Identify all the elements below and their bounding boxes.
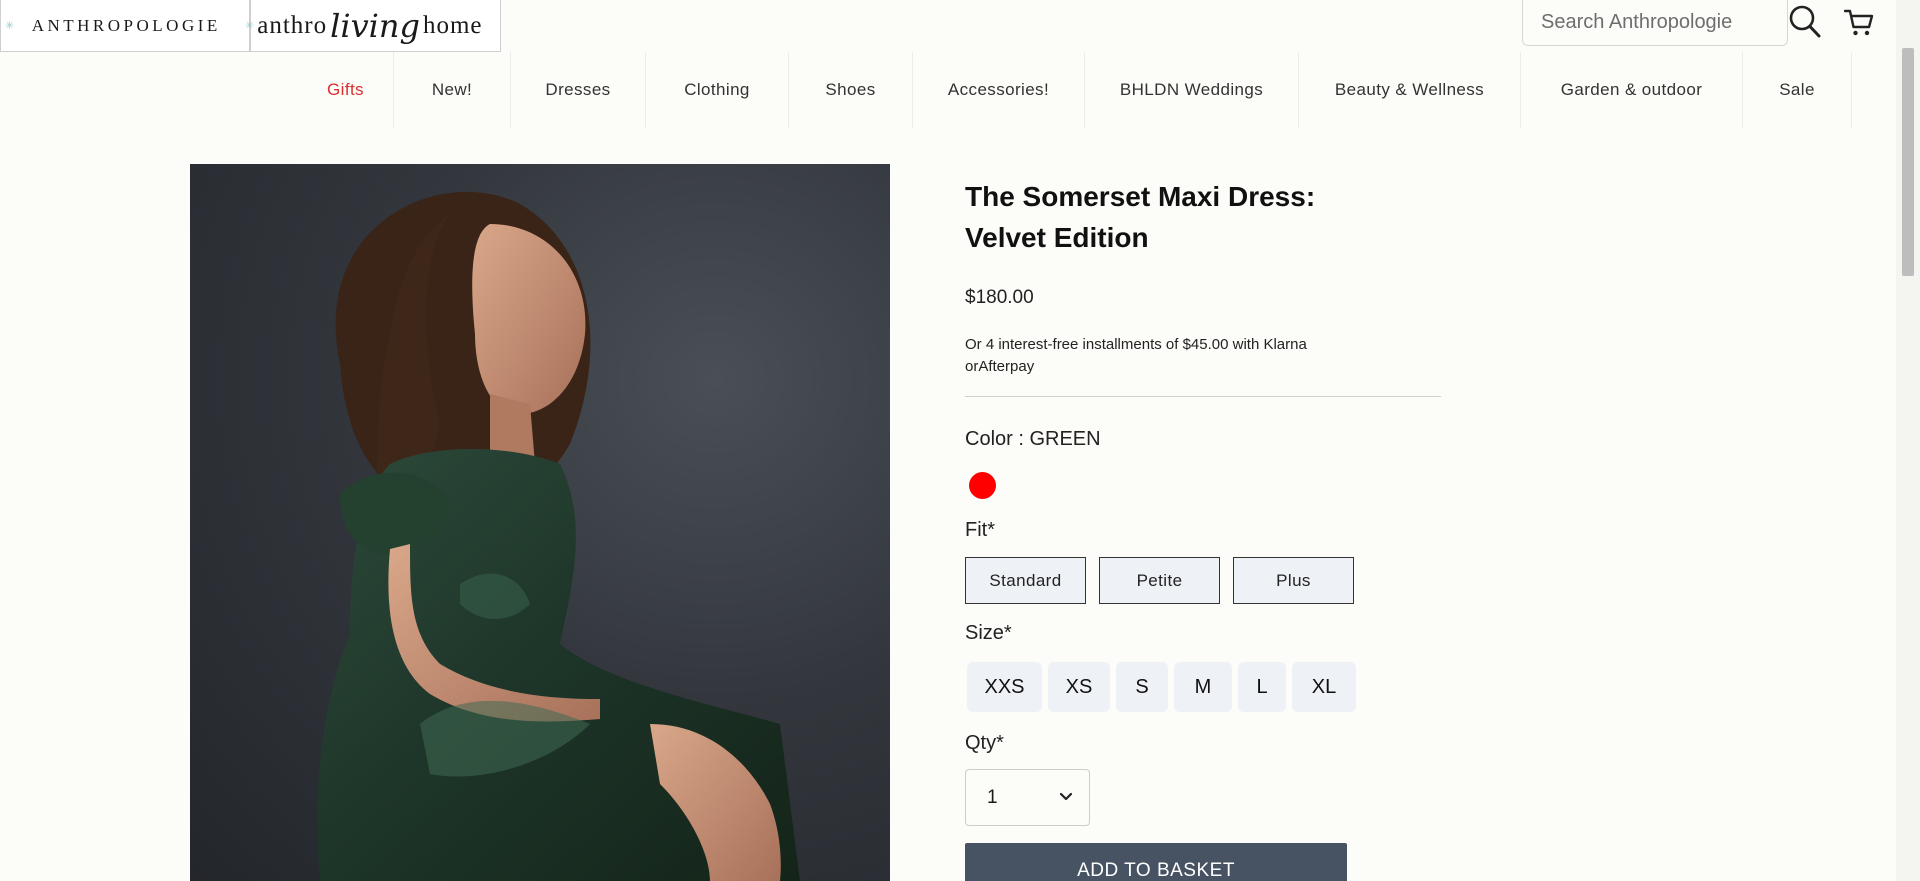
size-option-m[interactable]: M (1174, 662, 1232, 712)
brand-living-script-text: living (330, 6, 420, 45)
product-details: The Somerset Maxi Dress: Velvet Edition … (965, 176, 1441, 881)
installments-text: Or 4 interest-free installments of $45.0… (965, 336, 1307, 375)
size-label: Size* (965, 622, 1012, 644)
add-to-basket-button[interactable]: ADD TO BASKET (965, 843, 1347, 881)
nav-item-bhldn-weddings[interactable]: BHLDN Weddings (1085, 52, 1299, 128)
qty-select[interactable]: 1 (965, 769, 1090, 826)
size-option-xxs[interactable]: XXS (967, 662, 1042, 712)
chevron-down-icon (1059, 792, 1073, 801)
nav-item-gifts[interactable]: Gifts (298, 52, 394, 128)
scrollbar-thumb[interactable] (1902, 48, 1914, 276)
nav-item-dresses[interactable]: Dresses (511, 52, 646, 128)
nav-item-new[interactable]: New! (394, 52, 511, 128)
search-box (1522, 0, 1788, 46)
search-icon[interactable] (1788, 4, 1822, 40)
nav-item-shoes[interactable]: Shoes (789, 52, 913, 128)
qty-value: 1 (987, 786, 998, 808)
fit-label: Fit* (965, 519, 995, 541)
brand-row: ✳ ANTHROPOLOGIE ✳ anthro living home (0, 0, 501, 52)
star-icon: ✳ (5, 20, 18, 32)
size-option-l[interactable]: L (1238, 662, 1286, 712)
search-input[interactable] (1541, 11, 1761, 34)
main-nav: Gifts New! Dresses Clothing Shoes Access… (0, 52, 1920, 128)
size-options: XXS XS S M L XL (967, 662, 1356, 712)
product-price: $180.00 (965, 287, 1034, 308)
anthro-living-logo-link[interactable]: ✳ anthro living home (245, 0, 501, 52)
divider (965, 396, 1441, 397)
brand-living-right-text: home (422, 11, 483, 39)
size-option-xl[interactable]: XL (1292, 662, 1356, 712)
qty-label: Qty* (965, 732, 1004, 754)
nav-item-accessories[interactable]: Accessories! (913, 52, 1085, 128)
fit-option-petite[interactable]: Petite (1099, 557, 1220, 604)
brand-living-left-text: anthro (257, 11, 328, 39)
nav-item-clothing[interactable]: Clothing (646, 52, 789, 128)
brand-primary-text: ANTHROPOLOGIE (31, 15, 221, 35)
color-label: Color : GREEN (965, 428, 1101, 450)
product-title: The Somerset Maxi Dress: Velvet Edition (965, 181, 1316, 253)
size-option-xs[interactable]: XS (1048, 662, 1110, 712)
star-icon: ✳ (245, 20, 256, 32)
fit-options: Standard Petite Plus (965, 557, 1354, 604)
cart-icon[interactable] (1844, 8, 1874, 38)
product-photo-illustration (317, 191, 800, 881)
anthropologie-logo-link[interactable]: ✳ ANTHROPOLOGIE (0, 0, 250, 52)
product-image[interactable] (190, 164, 890, 881)
fit-option-plus[interactable]: Plus (1233, 557, 1354, 604)
page-scrollbar[interactable] (1896, 0, 1920, 881)
size-option-s[interactable]: S (1116, 662, 1168, 712)
color-swatch-green[interactable] (969, 472, 996, 499)
fit-option-standard[interactable]: Standard (965, 557, 1086, 604)
nav-item-sale[interactable]: Sale (1743, 52, 1852, 128)
nav-item-garden-outdoor[interactable]: Garden & outdoor (1521, 52, 1743, 128)
nav-item-beauty-wellness[interactable]: Beauty & Wellness (1299, 52, 1521, 128)
